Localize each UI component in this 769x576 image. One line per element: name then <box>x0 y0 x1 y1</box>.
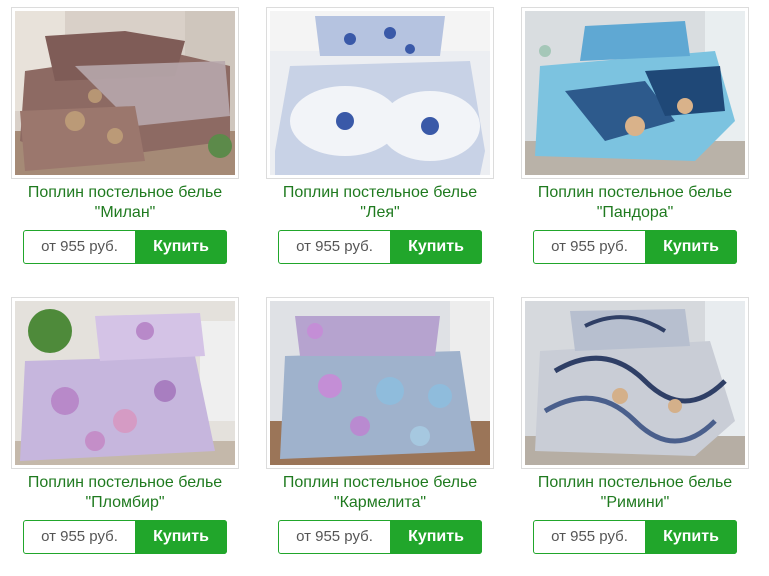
bedding-plombir-image <box>15 301 235 465</box>
product-title[interactable]: Поплин постельное белье "Лея" <box>246 183 514 223</box>
bedding-milan-image <box>15 11 235 175</box>
buy-button[interactable]: Купить <box>390 520 482 554</box>
product-image[interactable] <box>521 297 749 469</box>
product-title[interactable]: Поплин постельное белье "Пломбир" <box>0 473 259 513</box>
buy-button[interactable]: Купить <box>645 230 737 264</box>
price-label: от 955 руб. <box>296 238 373 255</box>
product-image[interactable] <box>11 297 239 469</box>
price-label: от 955 руб. <box>41 528 118 545</box>
bedding-karmelita-image <box>270 301 490 465</box>
product-title[interactable]: Поплин постельное белье "Кармелита" <box>246 473 514 513</box>
price-buy-group: от 955 руб. Купить <box>23 520 227 554</box>
price-buy-group: от 955 руб. Купить <box>533 520 737 554</box>
product-image[interactable] <box>266 7 494 179</box>
product-image[interactable] <box>266 297 494 469</box>
price-buy-group: от 955 руб. Купить <box>23 230 227 264</box>
bedding-leya-image <box>270 11 490 175</box>
product-title[interactable]: Поплин постельное белье "Римини" <box>501 473 769 513</box>
product-image[interactable] <box>11 7 239 179</box>
price-label: от 955 руб. <box>41 238 118 255</box>
price-label: от 955 руб. <box>551 528 628 545</box>
price-label: от 955 руб. <box>551 238 628 255</box>
price-buy-group: от 955 руб. Купить <box>533 230 737 264</box>
buy-button[interactable]: Купить <box>390 230 482 264</box>
product-image[interactable] <box>521 7 749 179</box>
buy-button[interactable]: Купить <box>645 520 737 554</box>
buy-button[interactable]: Купить <box>135 230 227 264</box>
product-title[interactable]: Поплин постельное белье "Пандора" <box>501 183 769 223</box>
bedding-rimini-image <box>525 301 745 465</box>
bedding-pandora-image <box>525 11 745 175</box>
price-buy-group: от 955 руб. Купить <box>278 230 482 264</box>
price-label: от 955 руб. <box>296 528 373 545</box>
product-title[interactable]: Поплин постельное белье "Милан" <box>0 183 259 223</box>
price-buy-group: от 955 руб. Купить <box>278 520 482 554</box>
buy-button[interactable]: Купить <box>135 520 227 554</box>
